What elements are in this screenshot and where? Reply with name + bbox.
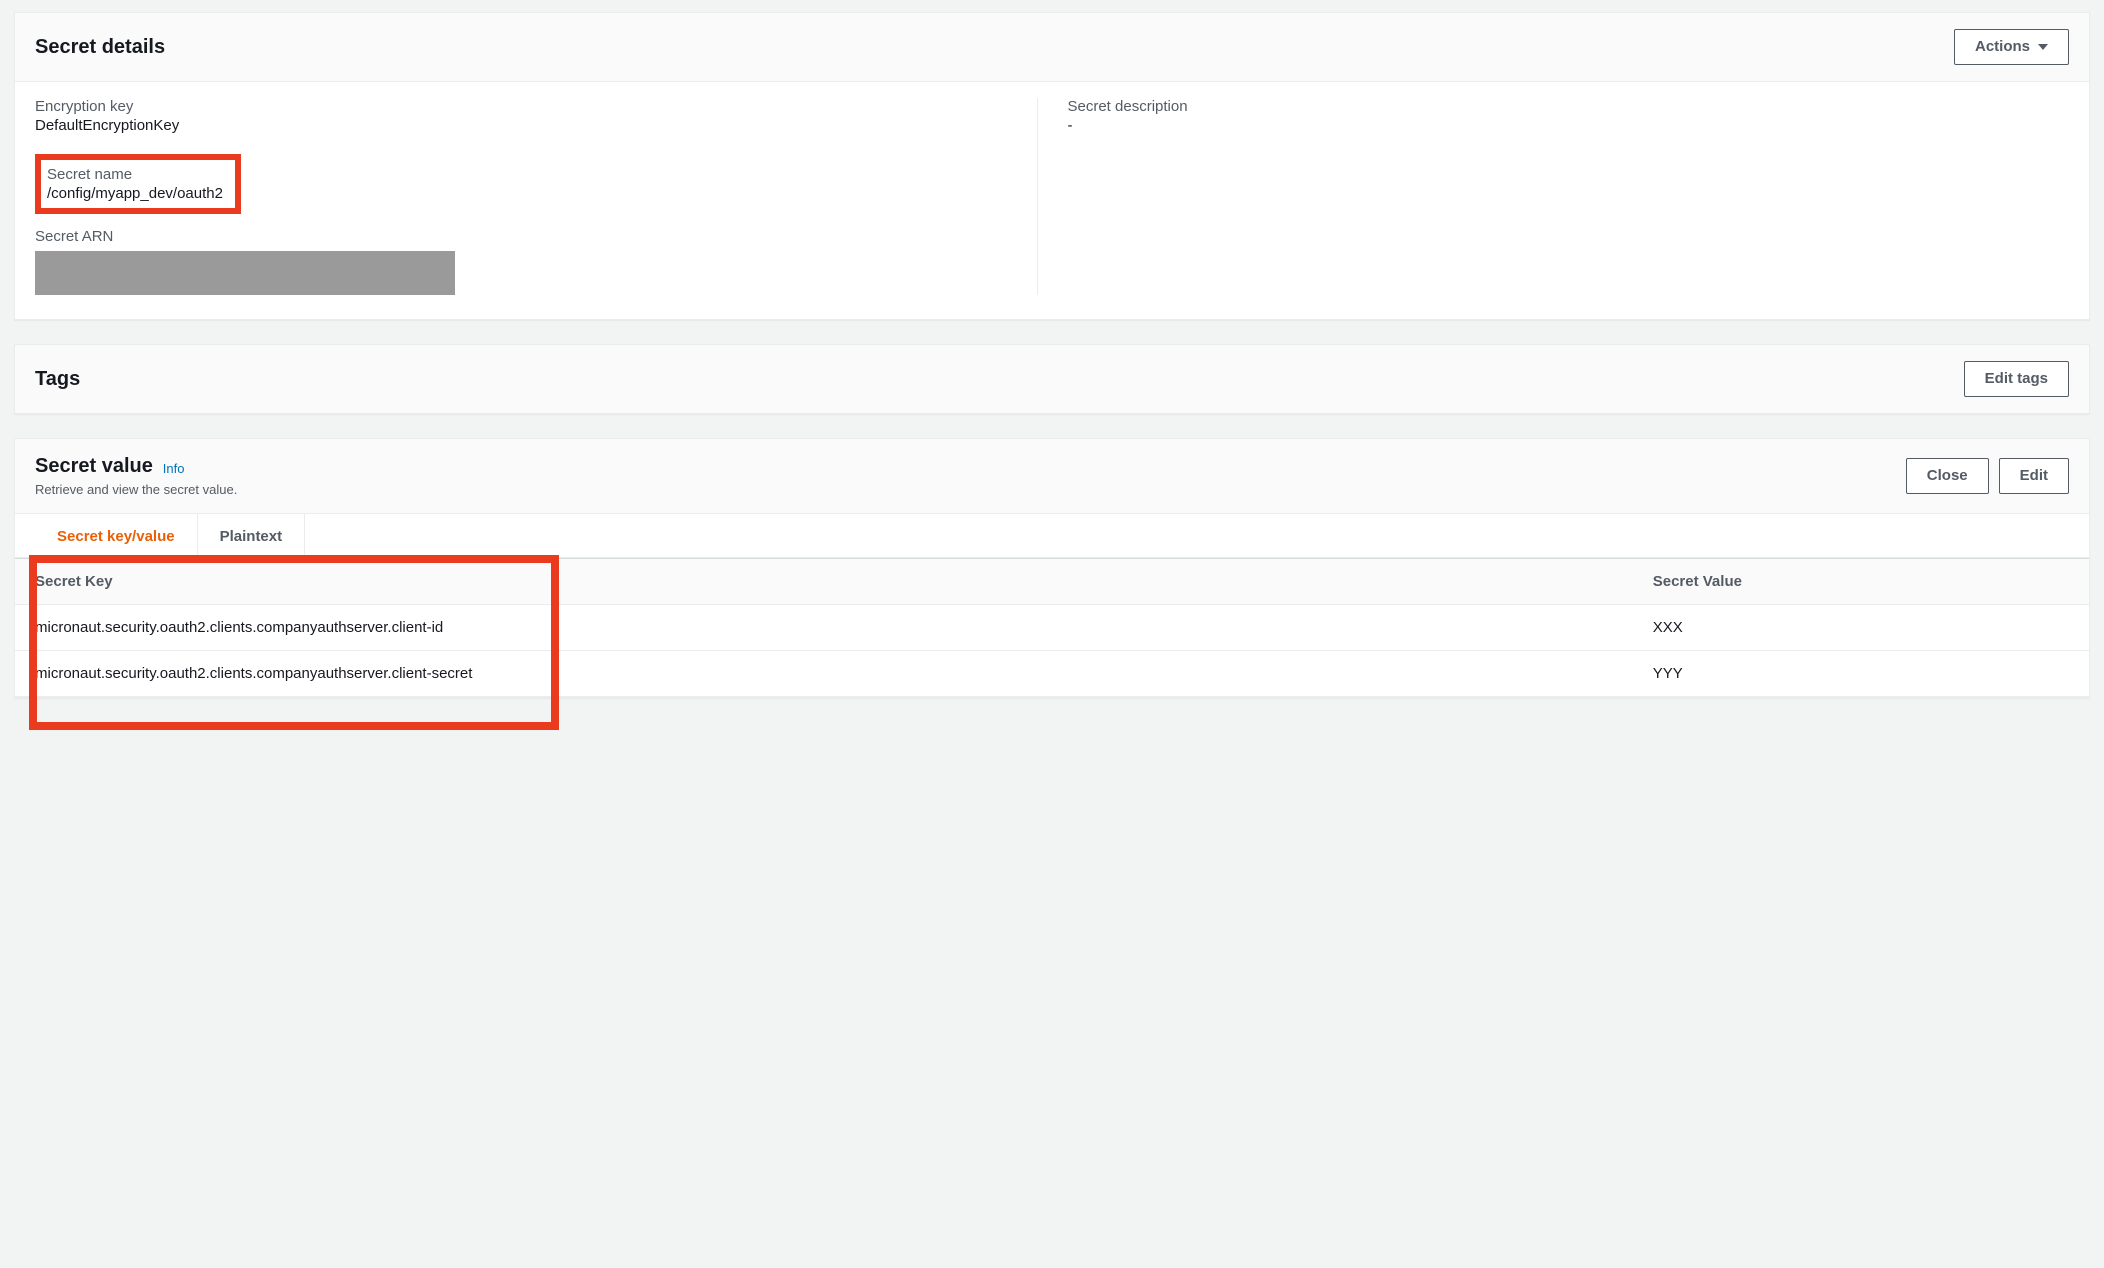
secret-value-subtitle: Retrieve and view the secret value.	[35, 482, 237, 497]
secret-name-highlight: Secret name /config/myapp_dev/oauth2	[35, 154, 241, 214]
secret-arn-redacted	[35, 251, 455, 295]
secret-name-label: Secret name	[47, 166, 223, 183]
close-button-label: Close	[1927, 465, 1968, 487]
secret-description-label: Secret description	[1068, 98, 2050, 115]
tags-panel: Tags Edit tags	[14, 344, 2090, 414]
close-button[interactable]: Close	[1906, 458, 1989, 494]
secret-details-body: Encryption key DefaultEncryptionKey Secr…	[15, 82, 2089, 319]
info-link[interactable]: Info	[163, 461, 185, 476]
secret-details-header: Secret details Actions	[15, 13, 2089, 82]
secret-value-cell: YYY	[1633, 651, 2089, 697]
secret-arn-label: Secret ARN	[35, 228, 1017, 245]
secret-value-header: Secret value Info Retrieve and view the …	[15, 439, 2089, 514]
secret-kv-table-wrap: Secret Key Secret Value micronaut.securi…	[15, 558, 2089, 697]
secret-key-cell: micronaut.security.oauth2.clients.compan…	[15, 651, 1633, 697]
secret-value-tabs: Secret key/value Plaintext	[15, 514, 2089, 558]
secret-name-value: /config/myapp_dev/oauth2	[47, 185, 223, 202]
edit-button-label: Edit	[2020, 465, 2048, 487]
table-row: micronaut.security.oauth2.clients.compan…	[15, 605, 2089, 651]
tab-secret-key-value[interactable]: Secret key/value	[35, 514, 198, 557]
table-row: micronaut.security.oauth2.clients.compan…	[15, 651, 2089, 697]
encryption-key-value: DefaultEncryptionKey	[35, 117, 1017, 134]
actions-button-label: Actions	[1975, 36, 2030, 58]
details-right-column: Secret description -	[1038, 98, 2070, 295]
secret-value-panel: Secret value Info Retrieve and view the …	[14, 438, 2090, 698]
secret-key-cell: micronaut.security.oauth2.clients.compan…	[15, 605, 1633, 651]
tags-title: Tags	[35, 368, 80, 391]
encryption-key-label: Encryption key	[35, 98, 1017, 115]
table-header-value: Secret Value	[1633, 559, 2089, 605]
secret-kv-table: Secret Key Secret Value micronaut.securi…	[15, 558, 2089, 697]
tags-header: Tags Edit tags	[15, 345, 2089, 413]
tab-plaintext[interactable]: Plaintext	[198, 514, 306, 557]
caret-down-icon	[2038, 44, 2048, 50]
table-header-key: Secret Key	[15, 559, 1633, 605]
edit-button[interactable]: Edit	[1999, 458, 2069, 494]
details-left-column: Encryption key DefaultEncryptionKey Secr…	[35, 98, 1038, 295]
secret-details-title: Secret details	[35, 36, 165, 59]
actions-button[interactable]: Actions	[1954, 29, 2069, 65]
secret-value-cell: XXX	[1633, 605, 2089, 651]
edit-tags-button[interactable]: Edit tags	[1964, 361, 2069, 397]
secret-value-title: Secret value	[35, 455, 153, 477]
secret-description-value: -	[1068, 117, 2050, 134]
edit-tags-label: Edit tags	[1985, 368, 2048, 390]
secret-details-panel: Secret details Actions Encryption key De…	[14, 12, 2090, 320]
